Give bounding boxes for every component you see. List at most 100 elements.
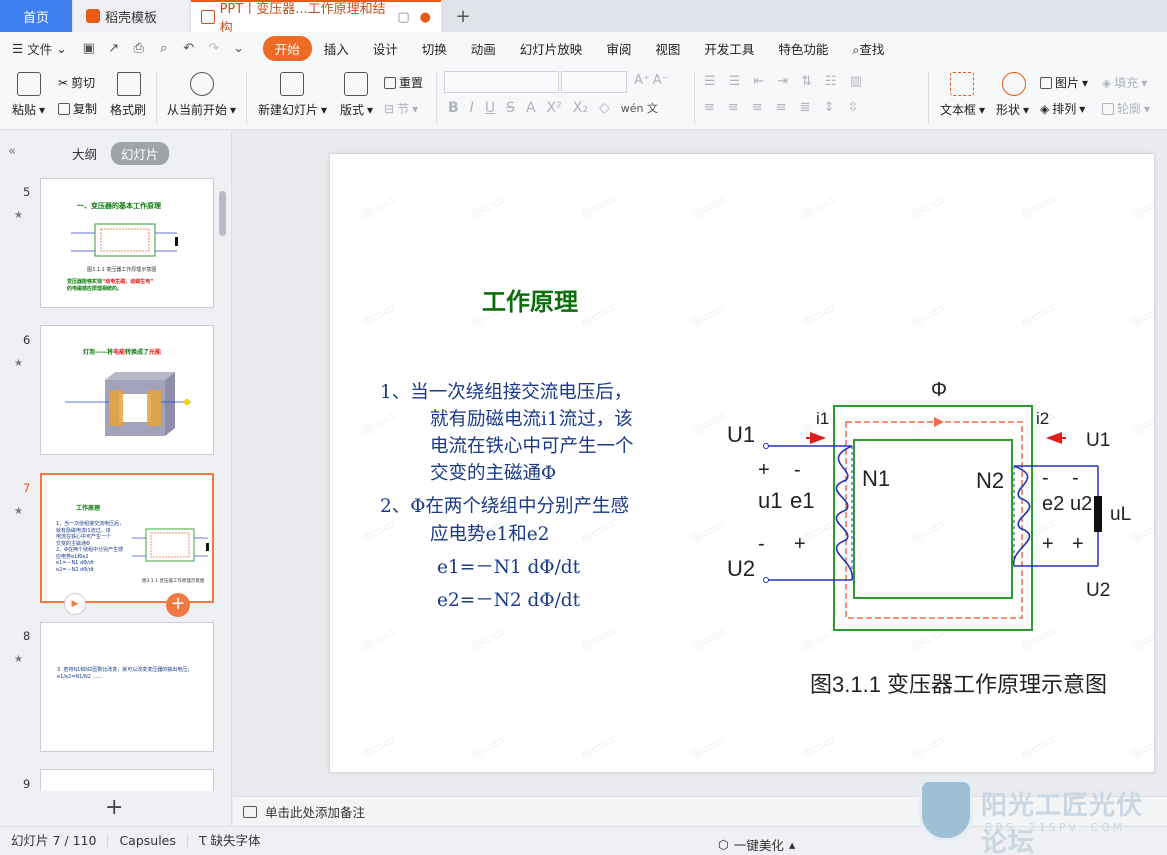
clear-format-icon[interactable]: ◇ — [599, 100, 610, 116]
slide-thumbnail-5[interactable]: 一、变压器的基本工作原理 图3.1.1 变压器工作原理示意图 变压器能够实现“动… — [40, 178, 214, 308]
from-current-button[interactable]: 从当前开始 ▾ — [167, 101, 236, 118]
arrange-button[interactable]: ◈ 排列 ▾ — [1040, 100, 1085, 117]
menu-special[interactable]: 特色功能 — [766, 39, 840, 58]
menu-slideshow[interactable]: 幻灯片放映 — [508, 39, 595, 58]
justify-icon[interactable]: ≡ — [776, 100, 787, 115]
menu-design[interactable]: 设计 — [361, 39, 410, 58]
play-slide-icon[interactable]: ▶ — [64, 593, 86, 615]
body-line[interactable]: 电流在铁心中可产生一个 — [430, 432, 634, 458]
font-size-buttons[interactable]: A⁺ A⁻ — [634, 73, 669, 88]
slide-thumbnail-7[interactable]: 工作原理 1、当一次绕组接交流电压后， 就有励磁电流i1流过，该 电流在铁心中可… — [40, 473, 214, 617]
new-slide-button[interactable]: 新建幻灯片 ▾ — [258, 101, 327, 118]
theme-name[interactable]: Capsules — [108, 834, 188, 848]
menu-animations[interactable]: 动画 — [459, 39, 508, 58]
line-spacing-icon[interactable]: ↕ — [824, 100, 835, 115]
export-icon[interactable]: ↗ — [104, 41, 124, 56]
play-icon[interactable] — [190, 72, 214, 96]
menu-review[interactable]: 审阅 — [594, 39, 643, 58]
print-preview-icon[interactable]: ⌕ — [154, 41, 174, 56]
bullets-icon[interactable]: ☰ — [704, 74, 716, 89]
textbox-icon[interactable] — [950, 72, 974, 96]
slide-thumbnail-9[interactable] — [40, 769, 214, 791]
tab-slides[interactable]: 幻灯片 — [111, 142, 169, 165]
picture-button[interactable]: 图片 ▾ — [1040, 74, 1088, 91]
body-line[interactable]: 2、Φ在两个绕组中分别产生感 — [380, 492, 629, 518]
shape-button[interactable]: 形状 ▾ — [996, 101, 1029, 118]
align-right-icon[interactable]: ≡ — [752, 100, 763, 115]
text-direction-icon[interactable]: ⇅ — [801, 74, 812, 89]
body-line[interactable]: 交变的主磁通Φ — [430, 459, 556, 485]
beautify-button[interactable]: ⬡ 一键美化 ▴ — [718, 835, 795, 854]
redo-icon[interactable]: ↷ — [204, 41, 224, 56]
shape-icon[interactable] — [1002, 72, 1026, 96]
increase-indent-icon[interactable]: ⇥ — [777, 74, 788, 89]
add-slide-after-button[interactable]: + — [166, 593, 190, 617]
add-slide-button[interactable]: + — [105, 795, 123, 820]
collapse-panel-icon[interactable]: « — [8, 144, 16, 159]
numbering-icon[interactable]: ☰ — [729, 74, 741, 89]
equation-e1[interactable]: e1=－N1 dΦ/dt — [437, 553, 580, 579]
align-text-icon[interactable]: ☷ — [825, 74, 837, 89]
layout-button[interactable]: 版式 ▾ — [340, 101, 373, 118]
quick-access-dropdown-icon[interactable]: ⌄ — [229, 41, 249, 56]
format-painter-icon[interactable] — [117, 72, 141, 96]
equation-e2[interactable]: e2=－N2 dΦ/dt — [437, 586, 580, 612]
underline-icon[interactable]: U — [485, 100, 495, 116]
search-command[interactable]: ⌕查找 — [840, 39, 896, 58]
undo-icon[interactable]: ↶ — [179, 41, 199, 56]
copy-button[interactable]: 复制 — [58, 100, 97, 117]
textbox-button[interactable]: 文本框 ▾ — [940, 101, 985, 118]
strikethrough-icon[interactable]: S — [506, 100, 515, 116]
distribute-icon[interactable]: ≣ — [800, 100, 811, 115]
columns-icon[interactable]: ▥ — [850, 74, 862, 89]
format-painter-button[interactable]: 格式刷 — [110, 101, 146, 118]
align-center-icon[interactable]: ≡ — [728, 100, 739, 115]
tab-document[interactable]: PPT丨变压器...工作原理和结构 ▢ ● — [191, 0, 441, 36]
font-color-icon[interactable]: A — [526, 100, 536, 116]
fill-button[interactable]: ◈ 填充 ▾ — [1102, 74, 1147, 91]
tab-home[interactable]: 首页 — [0, 0, 72, 32]
slide-thumbnail-6[interactable]: 灯泡——将电能转换成了光能 — [40, 325, 214, 455]
outline-button[interactable]: 轮廓 ▾ — [1102, 100, 1150, 117]
phonetic-guide-button[interactable]: wén 文 — [621, 100, 658, 116]
paragraph-spacing-icon[interactable]: ⇳ — [847, 100, 858, 115]
paste-icon[interactable] — [17, 72, 41, 96]
menu-developer[interactable]: 开发工具 — [692, 39, 766, 58]
font-family-select[interactable] — [444, 71, 559, 93]
reset-button[interactable]: 重置 — [384, 74, 423, 91]
new-slide-icon[interactable] — [280, 72, 304, 96]
new-tab-button[interactable]: + — [448, 0, 478, 32]
slide-canvas[interactable]: ◎▭▭ ◎▭▭ ◎▭▭ ◎▭▭ ◎▭▭ ◎▭▭ ◎▭▭ ◎▭▭ ◎▭▭ ◎▭▭ ◎▭▭ ◎▭▭ ◎▭▭ ◎… — [329, 153, 1155, 773]
missing-font-button[interactable]: Ꚍ 缺失字体 — [188, 834, 272, 848]
print-icon[interactable]: ⎙ — [129, 41, 149, 56]
save-icon[interactable]: ▣ — [79, 41, 99, 56]
decrease-font-icon[interactable]: A⁻ — [653, 73, 669, 88]
paste-button[interactable]: 粘贴 ▾ — [12, 101, 45, 118]
body-line[interactable]: 应电势e1和e2 — [430, 520, 549, 546]
body-line[interactable]: 就有励磁电流i1流过，该 — [430, 405, 633, 431]
decrease-indent-icon[interactable]: ⇤ — [753, 74, 764, 89]
file-menu[interactable]: ☰ 文件 ⌄ — [12, 39, 67, 58]
body-line[interactable]: 1、当一次绕组接交流电压后， — [380, 378, 632, 404]
tab-outline[interactable]: 大纲 — [72, 144, 97, 163]
menu-insert[interactable]: 插入 — [312, 39, 361, 58]
panel-scrollbar[interactable] — [219, 191, 226, 236]
cut-button[interactable]: ✂ 剪切 — [58, 74, 95, 91]
align-left-icon[interactable]: ≡ — [704, 100, 715, 115]
menu-home[interactable]: 开始 — [262, 35, 312, 61]
section-button[interactable]: ⊟ 节 ▾ — [384, 100, 418, 117]
tab-docer-templates[interactable]: 稻壳模板 — [74, 0, 189, 32]
bold-icon[interactable]: B — [448, 100, 459, 116]
menu-view[interactable]: 视图 — [643, 39, 692, 58]
superscript-icon[interactable]: X² — [547, 100, 562, 116]
slide-title[interactable]: 工作原理 — [482, 282, 578, 317]
comment-icon[interactable]: ▢ — [397, 10, 409, 25]
layout-icon[interactable] — [344, 72, 368, 96]
menu-transitions[interactable]: 切换 — [410, 39, 459, 58]
slide-thumbnail-8[interactable]: 3. 若将N1和N2匝数比改变，就可以改变变压器的输出电压；e1/e2=N1/N… — [40, 622, 214, 752]
transformer-diagram[interactable]: Φ i1 i2 U1 U2 u1 e1 N1 N2 e2 u2 U1 U2 uL… — [724, 364, 1134, 704]
subscript-icon[interactable]: X₂ — [573, 100, 588, 116]
font-size-select[interactable] — [561, 71, 627, 93]
italic-icon[interactable]: I — [470, 100, 474, 116]
increase-font-icon[interactable]: A⁺ — [634, 73, 650, 88]
